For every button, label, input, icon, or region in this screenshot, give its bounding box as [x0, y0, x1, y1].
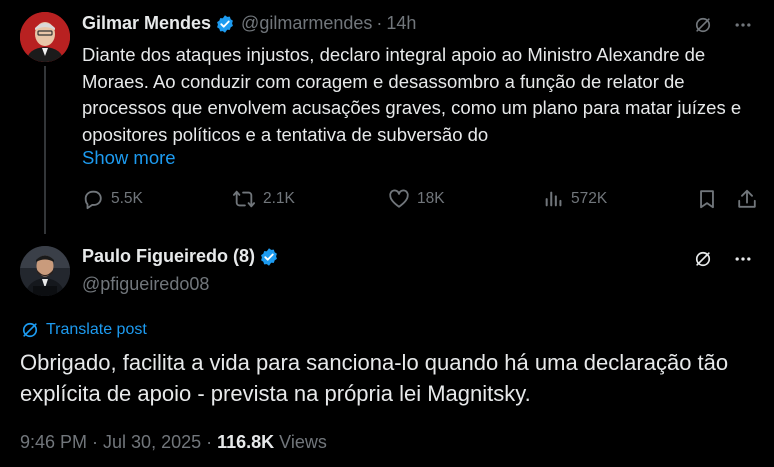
like-icon [389, 189, 409, 208]
post-time[interactable]: 14h [386, 13, 416, 34]
reply-button[interactable]: 5.5K [82, 188, 143, 210]
views-button[interactable]: 572K [542, 188, 607, 210]
grok-icon[interactable] [692, 248, 714, 270]
translate-label: Translate post [46, 321, 147, 338]
verified-badge-icon [259, 247, 279, 267]
bookmark-icon [700, 190, 714, 209]
tweet1-text: Diante dos ataques injustos, declaro int… [82, 44, 742, 145]
grok-icon[interactable] [692, 14, 714, 36]
share-button[interactable] [736, 188, 758, 210]
show-more-link[interactable]: Show more [82, 147, 176, 169]
author-name[interactable]: Gilmar Mendes [82, 13, 211, 34]
views-count: 572K [571, 190, 608, 207]
author-handle[interactable]: @gilmarmendes [241, 13, 372, 34]
more-icon[interactable] [732, 248, 754, 270]
verified-badge-icon [215, 14, 235, 34]
avatar-image [20, 246, 70, 296]
translate-icon [22, 322, 38, 338]
avatar-gilmar[interactable] [20, 12, 70, 62]
reply-count: 5.5K [111, 190, 143, 207]
share-icon [738, 189, 756, 208]
like-count: 18K [417, 190, 445, 207]
tweet1-action-bar: 5.5K 2.1K 18K 572K [82, 188, 762, 216]
avatar-image [20, 12, 70, 62]
more-icon[interactable] [732, 14, 754, 36]
author-handle[interactable]: @pfigueiredo08 [82, 274, 209, 295]
separator-dot: · [376, 13, 383, 33]
views-count: 116.8K [217, 432, 275, 452]
tweet1-top-actions [692, 14, 754, 36]
views-label: Views [274, 432, 327, 452]
translate-post-link[interactable]: Translate post [20, 320, 147, 340]
tweet2-top-actions [692, 248, 754, 270]
reply-icon [84, 190, 102, 210]
like-button[interactable]: 18K [388, 188, 445, 210]
tweet2-header: Paulo Figueiredo (8) [82, 246, 279, 267]
bookmark-button[interactable] [696, 188, 718, 210]
repost-icon [233, 190, 255, 208]
repost-count: 2.1K [263, 190, 295, 207]
author-name[interactable]: Paulo Figueiredo (8) [82, 246, 255, 267]
views-icon [545, 191, 562, 207]
thread-line [44, 66, 46, 234]
repost-button[interactable]: 2.1K [232, 188, 295, 210]
post-timestamp[interactable]: 9:46 PM · Jul 30, 2025 [20, 432, 201, 452]
tweet2-text: Obrigado, facilita a vida para sanciona-… [20, 350, 729, 406]
tweet1-header: Gilmar Mendes @gilmarmendes · 14h [82, 13, 416, 34]
avatar-paulo[interactable] [20, 246, 70, 296]
post-meta: 9:46 PM · Jul 30, 2025 · 116.8K Views [20, 432, 327, 453]
meta-separator: · [201, 432, 218, 452]
